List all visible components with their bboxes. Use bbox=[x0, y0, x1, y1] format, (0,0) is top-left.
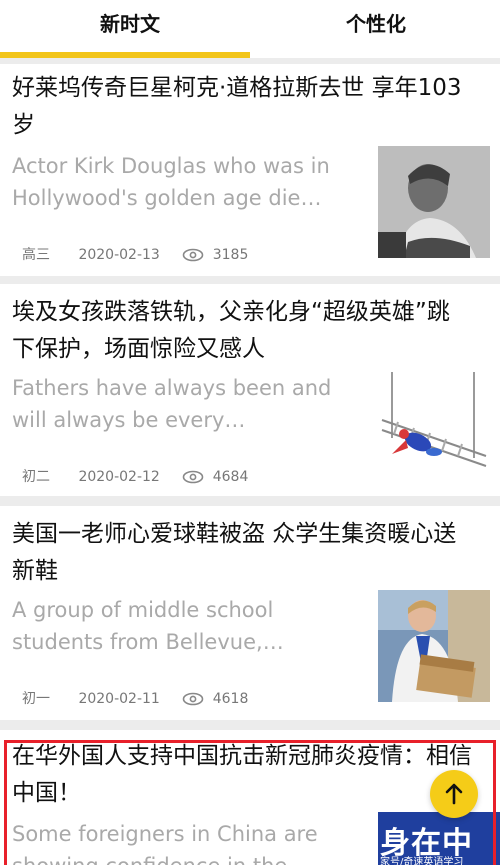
article-card[interactable]: 埃及女孩跌落铁轨，父亲化身“超级英雄”跳下保护，场面惊险又感人 Fathers … bbox=[0, 284, 500, 496]
tab-new-articles[interactable]: 新时文 bbox=[40, 0, 220, 50]
article-summary: A group of middle school students from B… bbox=[12, 598, 284, 654]
article-summary: Actor Kirk Douglas who was in Hollywood'… bbox=[12, 154, 330, 210]
date-label: 2020-02-13 bbox=[78, 247, 160, 263]
article-card[interactable]: 好莱坞传奇巨星柯克·道格拉斯去世 享年103岁 Actor Kirk Dougl… bbox=[0, 64, 500, 276]
article-meta: 初二 2020-02-12 4684 bbox=[22, 468, 248, 486]
highlight-frame bbox=[4, 740, 496, 865]
grade-label: 初二 bbox=[22, 469, 50, 485]
article-summary: Fathers have always been and will always… bbox=[12, 376, 332, 432]
arrow-up-icon bbox=[445, 783, 463, 805]
tab-personalized[interactable]: 个性化 bbox=[286, 0, 466, 50]
view-count: 4684 bbox=[212, 469, 249, 485]
eye-icon bbox=[182, 248, 204, 262]
date-label: 2020-02-11 bbox=[78, 691, 160, 707]
date-label: 2020-02-12 bbox=[78, 469, 160, 485]
article-thumbnail[interactable] bbox=[378, 590, 490, 702]
grade-label: 初一 bbox=[22, 691, 50, 707]
eye-icon bbox=[182, 470, 204, 484]
grade-label: 高三 bbox=[22, 247, 50, 263]
tab-bar: 新时文 个性化 bbox=[0, 0, 500, 58]
article-headline[interactable]: 好莱坞传奇巨星柯克·道格拉斯去世 享年103岁 bbox=[12, 70, 472, 144]
article-thumbnail[interactable] bbox=[378, 146, 490, 258]
eye-icon bbox=[182, 692, 204, 706]
article-meta: 初一 2020-02-11 4618 bbox=[22, 690, 248, 708]
article-headline[interactable]: 埃及女孩跌落铁轨，父亲化身“超级英雄”跳下保护，场面惊险又感人 bbox=[12, 294, 472, 368]
article-thumbnail[interactable] bbox=[378, 368, 490, 480]
view-count: 4618 bbox=[212, 691, 249, 707]
active-tab-indicator bbox=[0, 52, 250, 58]
article-headline[interactable]: 美国一老师心爱球鞋被盗 众学生集资暖心送新鞋 bbox=[12, 516, 472, 590]
article-meta: 高三 2020-02-13 3185 bbox=[22, 246, 248, 264]
scroll-to-top-button[interactable] bbox=[430, 770, 478, 818]
article-card[interactable]: 美国一老师心爱球鞋被盗 众学生集资暖心送新鞋 A group of middle… bbox=[0, 506, 500, 720]
view-count: 3185 bbox=[212, 247, 249, 263]
